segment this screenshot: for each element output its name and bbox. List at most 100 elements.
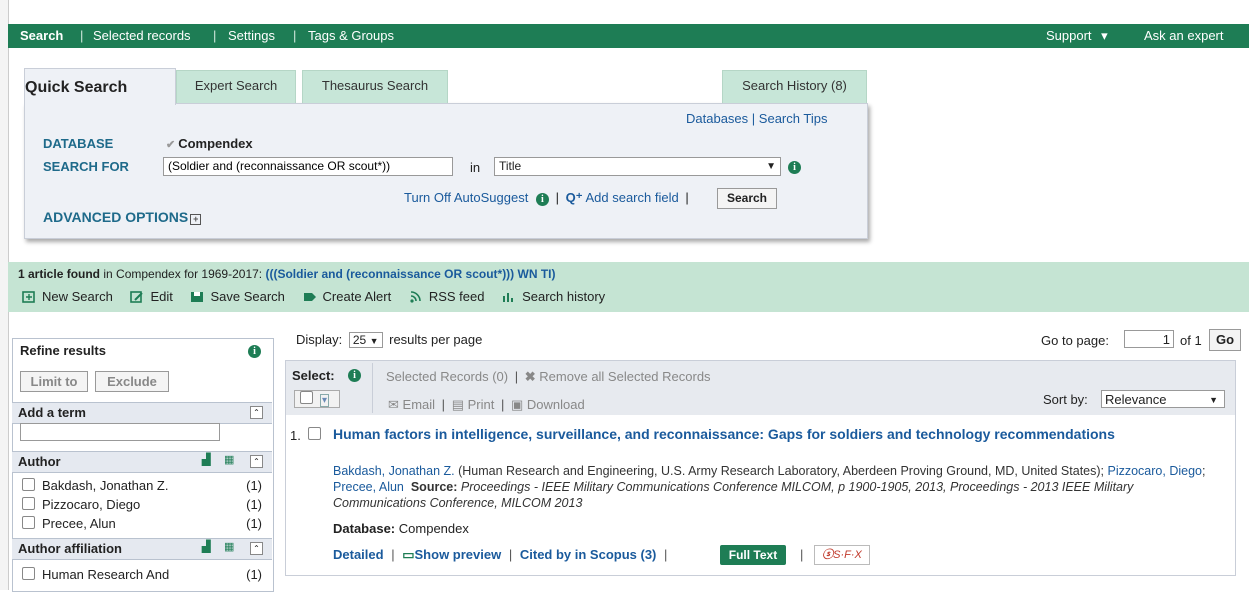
search-field-value: Title <box>499 159 522 173</box>
result-author-link[interactable]: Bakdash, Jonathan Z. <box>333 464 455 478</box>
info-icon[interactable]: i <box>348 369 361 382</box>
link-separator: | <box>514 369 519 384</box>
edit-button[interactable]: Edit <box>130 289 173 304</box>
author-facet-item[interactable]: Precee, Alun (1) <box>22 516 262 531</box>
nav-ask-expert[interactable]: Ask an expert <box>1144 28 1224 43</box>
collapse-icon[interactable]: ⌃ <box>250 455 263 468</box>
info-icon[interactable]: i <box>535 193 549 206</box>
full-text-button[interactable]: Full Text <box>720 545 786 565</box>
add-search-field-link[interactable]: Add search field <box>585 190 678 205</box>
link-separator: | <box>555 190 559 205</box>
remove-all-selected-button[interactable]: Remove all Selected Records <box>539 369 710 384</box>
bar-chart-icon[interactable]: ▟ <box>202 540 210 553</box>
affiliation-facet-item[interactable]: Human Research And (1) <box>22 567 262 582</box>
check-icon: ✔ <box>166 139 176 151</box>
collapse-icon[interactable]: ⌃ <box>250 542 263 555</box>
results-toolbar: New Search Edit Save Search Create Alert… <box>22 289 619 306</box>
detailed-link[interactable]: Detailed <box>333 547 384 562</box>
rss-feed-button[interactable]: RSS feed <box>409 289 484 304</box>
save-icon <box>191 291 204 302</box>
selected-records-count[interactable]: Selected Records (0) <box>386 369 508 384</box>
nav-search[interactable]: Search <box>20 28 63 43</box>
result-affiliation: (Human Research and Engineering, U.S. Ar… <box>454 464 1108 478</box>
new-search-button[interactable]: New Search <box>22 289 113 304</box>
search-tips-link[interactable]: Search Tips <box>759 111 828 126</box>
sfx-button[interactable]: ⓢS·F·X <box>814 545 870 565</box>
result-checkbox[interactable] <box>308 427 321 440</box>
email-icon: ✉ <box>388 397 399 412</box>
table-icon[interactable]: ▦ <box>224 453 234 466</box>
tab-search-history[interactable]: Search History (8) <box>722 70 867 103</box>
author-facet-item[interactable]: Pizzocaro, Diego (1) <box>22 497 262 512</box>
email-button[interactable]: Email <box>403 397 436 412</box>
result-actions: Detailed | ▭Show preview | Cited by in S… <box>333 547 671 563</box>
show-preview-link[interactable]: Show preview <box>415 547 502 562</box>
sort-select[interactable]: Relevance ▼ <box>1101 390 1225 408</box>
tab-quick-search[interactable]: Quick Search <box>24 68 176 105</box>
database-label: DATABASE <box>43 136 114 151</box>
display-row: Display: 25 ▼ results per page <box>296 332 482 348</box>
checkbox[interactable] <box>22 516 35 529</box>
chevron-down-icon: ▾ <box>1101 28 1108 43</box>
checkbox[interactable] <box>22 567 35 580</box>
tab-expert-search[interactable]: Expert Search <box>176 70 296 103</box>
exclude-button[interactable]: Exclude <box>95 371 169 392</box>
result-author-link[interactable]: Pizzocaro, Diego <box>1107 464 1202 478</box>
search-button[interactable]: Search <box>717 188 777 209</box>
result-title[interactable]: Human factors in intelligence, surveilla… <box>333 426 1213 443</box>
database-option[interactable]: ✔ Compendex <box>166 136 253 151</box>
result-author-link[interactable]: Precee, Alun <box>333 480 404 494</box>
author-facet-item[interactable]: Bakdash, Jonathan Z. (1) <box>22 478 262 493</box>
link-separator: | <box>685 190 689 205</box>
edit-icon <box>130 290 144 303</box>
print-button[interactable]: Print <box>468 397 495 412</box>
page-of-count: of 1 <box>1180 333 1202 348</box>
bar-chart-icon[interactable]: ▟ <box>202 453 210 466</box>
nav-settings[interactable]: Settings <box>228 28 275 43</box>
nav-separator: | <box>80 28 84 43</box>
result-number: 1. <box>290 428 301 443</box>
source-label: Source: <box>410 480 458 494</box>
save-search-button[interactable]: Save Search <box>190 289 285 304</box>
add-term-header: Add a term <box>12 402 272 424</box>
display-label: Display: <box>296 332 343 347</box>
search-history-button[interactable]: Search history <box>502 289 605 304</box>
rss-icon <box>410 290 421 303</box>
autosuggest-toggle[interactable]: Turn Off AutoSuggest <box>404 190 528 205</box>
checkbox[interactable] <box>22 478 35 491</box>
nav-selected-records[interactable]: Selected records <box>93 28 191 43</box>
search-input[interactable] <box>163 157 453 176</box>
search-field-select[interactable]: Title ▼ <box>494 157 781 176</box>
new-search-icon <box>22 290 35 303</box>
database-value: Compendex <box>178 136 253 151</box>
goto-label: Go to page: <box>1041 333 1109 348</box>
databases-link[interactable]: Databases <box>686 111 748 126</box>
checkbox[interactable] <box>22 497 35 510</box>
link-separator: | <box>508 547 513 562</box>
create-alert-button[interactable]: Create Alert <box>303 289 391 304</box>
download-button[interactable]: Download <box>527 397 585 412</box>
info-icon[interactable]: i <box>248 345 261 358</box>
select-checkbox-dropdown[interactable]: ▾ <box>294 390 340 408</box>
tab-thesaurus-search[interactable]: Thesaurus Search <box>302 70 448 103</box>
advanced-options-toggle[interactable]: ADVANCED OPTIONS + <box>43 209 202 225</box>
page-input[interactable]: 1 <box>1124 330 1174 348</box>
checkbox <box>300 391 313 404</box>
info-icon[interactable]: i <box>788 161 801 174</box>
go-button[interactable]: Go <box>1209 329 1241 351</box>
add-term-input[interactable] <box>20 423 220 441</box>
nav-tags-groups[interactable]: Tags & Groups <box>308 28 394 43</box>
cited-by-link[interactable]: Cited by in Scopus (3) <box>520 547 657 562</box>
dropdown-arrow-icon: ▼ <box>369 336 379 346</box>
collapse-icon[interactable]: ⌃ <box>250 406 263 419</box>
expand-icon: + <box>190 214 202 225</box>
per-page-select[interactable]: 25 ▼ <box>348 332 383 348</box>
results-query[interactable]: (((Soldier and (reconnaissance OR scout*… <box>265 267 555 281</box>
selected-records-row: Selected Records (0) | ✖ Remove all Sele… <box>386 369 711 385</box>
link-separator: | <box>751 111 756 126</box>
in-label: in <box>470 160 481 175</box>
table-icon[interactable]: ▦ <box>224 540 234 553</box>
link-separator: | <box>500 397 505 412</box>
nav-support[interactable]: Support ▾ <box>1046 28 1108 44</box>
limit-to-button[interactable]: Limit to <box>20 371 88 392</box>
